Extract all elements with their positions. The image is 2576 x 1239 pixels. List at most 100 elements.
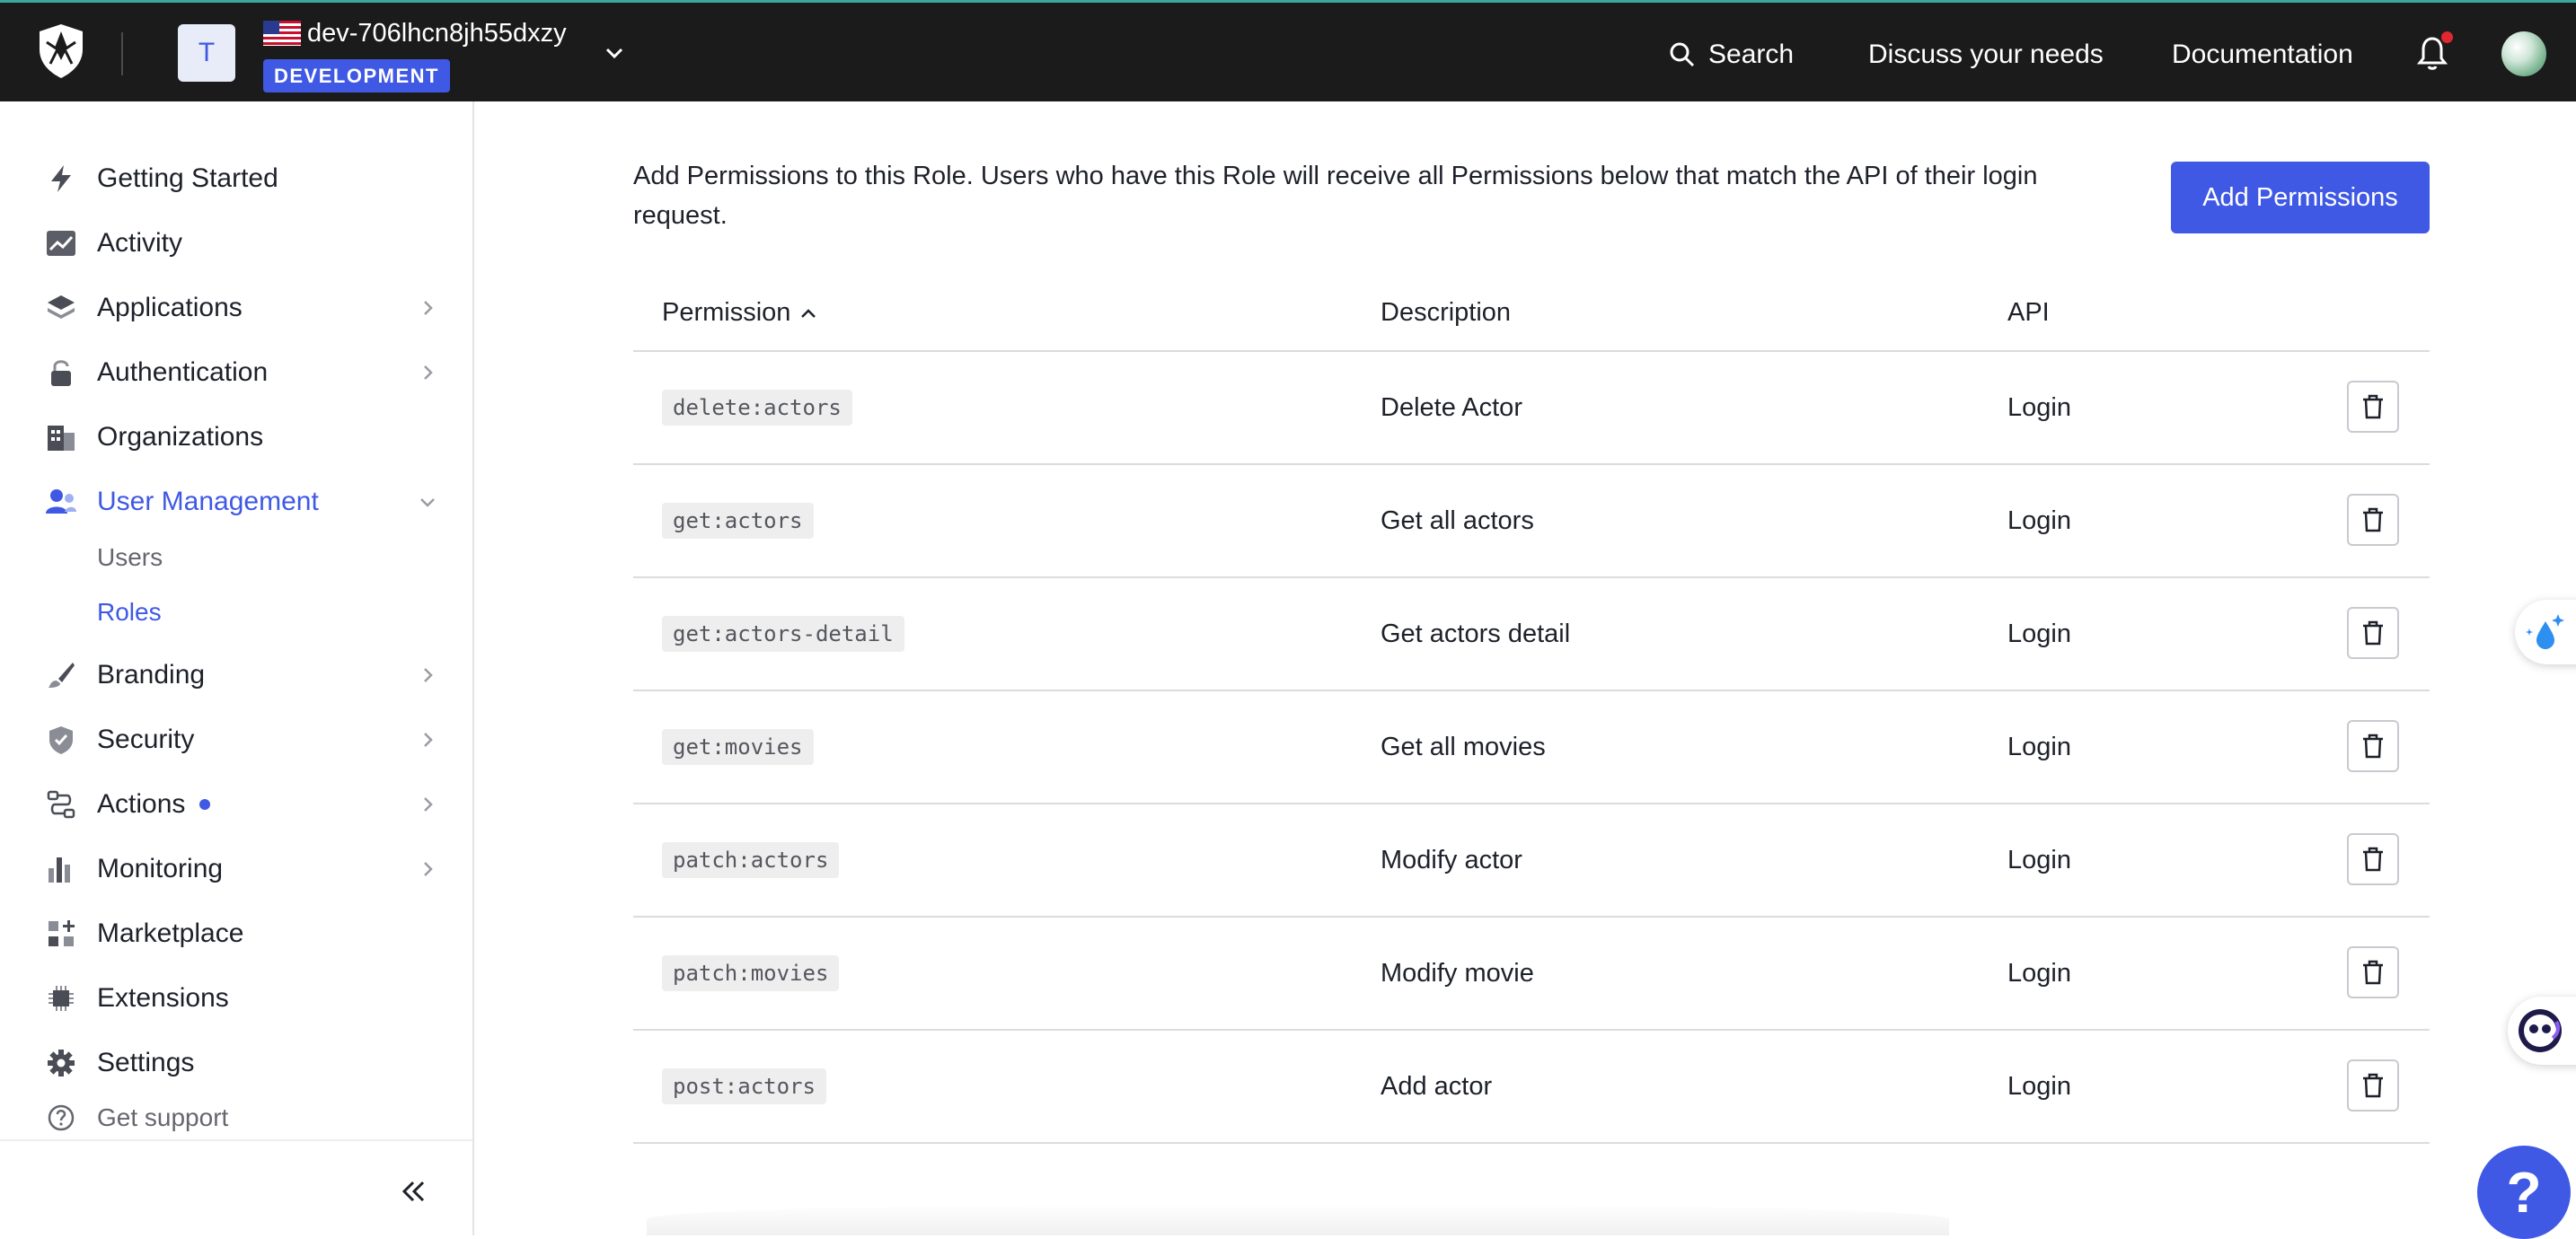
table-row: get:actors Get all actors Login [633, 465, 2430, 578]
sidebar-item-label: Security [97, 725, 195, 754]
sort-ascending-icon [801, 308, 816, 318]
sidebar-divider [0, 1139, 472, 1141]
tenant-avatar[interactable]: T [178, 24, 235, 82]
table-row: delete:actors Delete Actor Login [633, 352, 2430, 465]
us-flag-icon [263, 21, 301, 46]
table-row: patch:movies Modify movie Login [633, 918, 2430, 1031]
auth0-logo-icon[interactable] [36, 22, 86, 80]
tenant-name[interactable]: dev-706lhcn8jh55dxzy [307, 19, 567, 48]
trash-icon [2363, 394, 2383, 419]
chevron-right-icon [424, 668, 433, 682]
trash-icon [2363, 507, 2383, 532]
sidebar-item-label: Getting Started [97, 163, 278, 193]
sidebar-item-label: Marketplace [97, 918, 244, 948]
permission-description: Modify actor [1381, 846, 1522, 874]
permission-api: Login [2007, 959, 2071, 988]
discuss-needs-link[interactable]: Discuss your needs [1868, 35, 2104, 75]
layers-icon [43, 290, 79, 326]
permission-scope: get:movies [662, 729, 814, 765]
trash-icon [2363, 734, 2383, 759]
chevron-right-icon [424, 797, 433, 812]
table-row: post:actors Add actor Login [633, 1031, 2430, 1144]
sidebar-item-organizations[interactable]: Organizations [43, 413, 438, 461]
sidebar-item-security[interactable]: Security [43, 716, 438, 764]
permission-scope: delete:actors [662, 390, 852, 426]
search-label: Search [1708, 40, 1795, 69]
delete-permission-button[interactable] [2347, 720, 2399, 772]
permission-api: Login [2007, 733, 2071, 761]
brush-icon [43, 657, 79, 693]
chevron-right-icon [424, 733, 433, 747]
chatbot-widget[interactable] [2508, 997, 2576, 1065]
trash-icon [2363, 960, 2383, 985]
content-bottom-shadow [647, 1203, 1949, 1235]
chevron-down-icon [420, 498, 435, 507]
new-indicator-dot [199, 799, 211, 810]
top-bar: T dev-706lhcn8jh55dxzy DEVELOPMENT Searc… [0, 0, 2576, 101]
sidebar-item-user-management[interactable]: User Management [43, 478, 438, 526]
sidebar-item-branding[interactable]: Branding [43, 651, 438, 699]
search-button[interactable]: Search [1669, 35, 1794, 75]
sidebar-item-label: Extensions [97, 983, 229, 1013]
trash-icon [2363, 847, 2383, 872]
sidebar-item-label: Actions [97, 789, 186, 819]
delete-permission-button[interactable] [2347, 833, 2399, 885]
sidebar-item-settings[interactable]: Settings [43, 1039, 438, 1087]
user-avatar[interactable] [2501, 31, 2546, 76]
table-row: get:movies Get all movies Login [633, 691, 2430, 804]
search-icon [1670, 42, 1695, 67]
sidebar-item-label: Monitoring [97, 854, 224, 883]
chatbot-face-icon [2519, 1009, 2562, 1052]
permission-description: Add actor [1381, 1072, 1493, 1101]
sidebar-item-actions[interactable]: Actions [43, 780, 438, 829]
delete-permission-button[interactable] [2347, 1059, 2399, 1112]
permission-description: Get all movies [1381, 733, 1546, 761]
column-header-permission[interactable]: Permission [662, 298, 817, 328]
delete-permission-button[interactable] [2347, 946, 2399, 998]
topbar-divider [121, 32, 123, 75]
collapse-sidebar-icon[interactable] [395, 1173, 431, 1209]
table-row: patch:actors Modify actor Login [633, 804, 2430, 918]
sidebar-item-authentication[interactable]: Authentication [43, 348, 438, 397]
sidebar-subitem-roles[interactable]: Roles [97, 598, 162, 627]
chevron-right-icon [424, 862, 433, 876]
trash-icon [2363, 1073, 2383, 1098]
delete-permission-button[interactable] [2347, 607, 2399, 659]
sidebar-item-extensions[interactable]: Extensions [43, 974, 438, 1023]
sidebar-subitem-users[interactable]: Users [97, 543, 163, 572]
chevron-down-icon[interactable] [600, 42, 629, 64]
lightning-icon [43, 161, 79, 197]
add-permissions-button[interactable]: Add Permissions [2171, 162, 2430, 233]
sidebar-item-marketplace[interactable]: Marketplace [43, 909, 438, 958]
permission-api: Login [2007, 1072, 2071, 1101]
sidebar-item-activity[interactable]: Activity [43, 219, 438, 268]
sidebar-item-label: Settings [97, 1048, 195, 1077]
sidebar-item-label: Activity [97, 228, 183, 258]
permission-description: Delete Actor [1381, 393, 1522, 422]
help-circle-icon [43, 1100, 79, 1136]
permission-scope: get:actors [662, 503, 814, 539]
permission-api: Login [2007, 393, 2071, 422]
sidebar-item-getting-started[interactable]: Getting Started [43, 154, 438, 203]
sparkle-droplet-icon [2526, 614, 2564, 649]
delete-permission-button[interactable] [2347, 381, 2399, 433]
get-support-label: Get support [97, 1103, 229, 1131]
column-header-api: API [2007, 298, 2050, 327]
permission-api: Login [2007, 620, 2071, 648]
permission-api: Login [2007, 846, 2071, 874]
sidebar-item-applications[interactable]: Applications [43, 284, 438, 332]
notification-dot [2441, 31, 2453, 43]
sidebar: Getting Started Activity Applications Au… [0, 101, 474, 1235]
documentation-link[interactable]: Documentation [2172, 35, 2353, 75]
environment-badge: DEVELOPMENT [263, 59, 450, 92]
ai-assistant-widget[interactable] [2515, 600, 2576, 664]
sidebar-item-label: Applications [97, 293, 243, 322]
users-icon [43, 484, 79, 520]
sidebar-item-monitoring[interactable]: Monitoring [43, 845, 438, 893]
permission-api: Login [2007, 506, 2071, 535]
column-header-description: Description [1381, 298, 1512, 327]
help-button[interactable]: ? [2477, 1146, 2571, 1239]
delete-permission-button[interactable] [2347, 494, 2399, 546]
sidebar-item-label: Organizations [97, 422, 264, 452]
get-support-link[interactable]: Get support [43, 1100, 228, 1136]
